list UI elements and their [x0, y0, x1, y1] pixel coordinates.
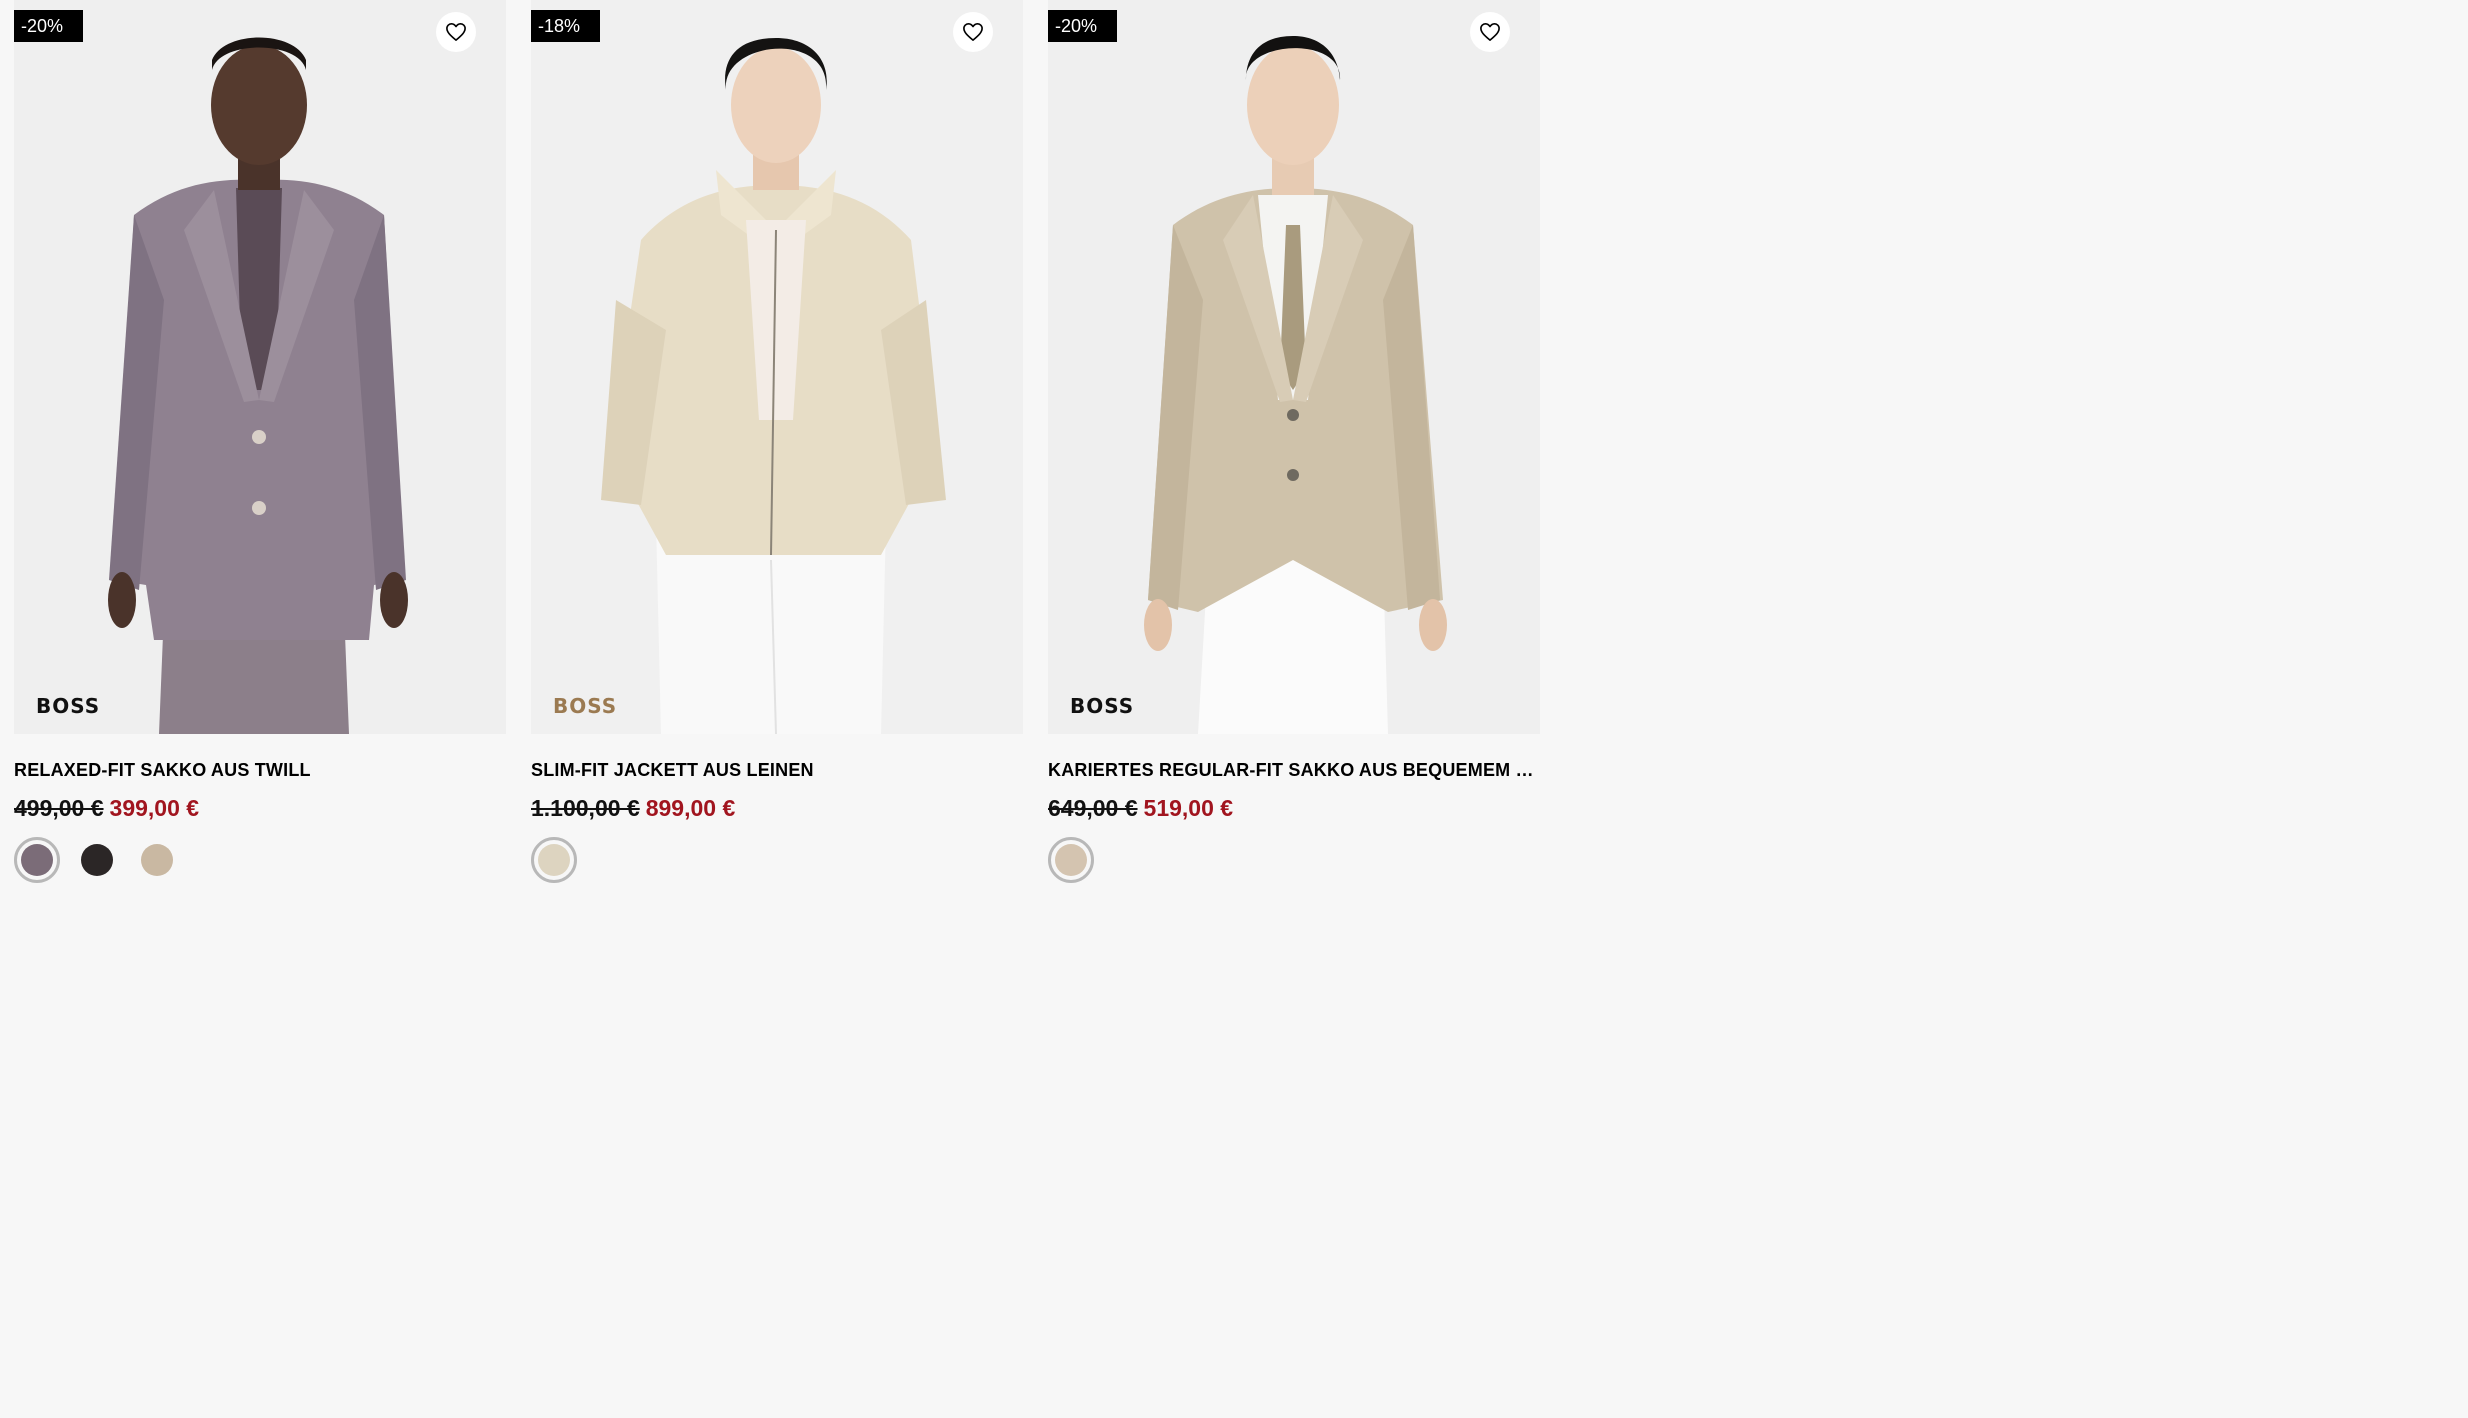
heart-outline-icon	[963, 23, 983, 41]
product-photo-illustration	[531, 0, 1023, 734]
swatch-color	[81, 844, 113, 876]
product-card[interactable]: -20% BOSS RELAXED-FIT SAKKO AUS TWILL 49…	[14, 0, 506, 901]
product-grid: -20% BOSS RELAXED-FIT SAKKO AUS TWILL 49…	[0, 0, 1568, 901]
original-price: 499,00 €	[14, 795, 104, 821]
brand-logo: BOSS	[553, 694, 618, 718]
product-photo-illustration	[14, 0, 506, 734]
discount-badge: -18%	[531, 10, 601, 42]
color-swatches	[14, 837, 180, 883]
original-price: 649,00 €	[1048, 795, 1138, 821]
wishlist-button[interactable]	[436, 12, 476, 52]
heart-outline-icon	[446, 23, 466, 41]
sale-price: 519,00 €	[1143, 795, 1234, 821]
color-swatch-selected[interactable]	[531, 837, 577, 883]
color-swatch-selected[interactable]	[14, 837, 60, 883]
product-title[interactable]: RELAXED-FIT SAKKO AUS TWILL	[14, 760, 506, 781]
brand-logo: BOSS	[36, 694, 101, 718]
swatch-color	[538, 844, 570, 876]
wishlist-button[interactable]	[953, 12, 993, 52]
product-title[interactable]: KARIERTES REGULAR-FIT SAKKO AUS BEQUEMEM…	[1048, 760, 1540, 781]
discount-badge: -20%	[14, 10, 84, 42]
price-row: 649,00 €519,00 €	[1048, 795, 1233, 822]
product-image[interactable]: -18% BOSS	[531, 0, 1023, 734]
price-row: 1.100,00 €899,00 €	[531, 795, 735, 822]
sale-price: 899,00 €	[645, 795, 736, 821]
original-price: 1.100,00 €	[531, 795, 640, 821]
brand-logo: BOSS	[1070, 694, 1135, 718]
product-photo-illustration	[1048, 0, 1540, 734]
wishlist-button[interactable]	[1470, 12, 1510, 52]
color-swatch-selected[interactable]	[1048, 837, 1094, 883]
color-swatch[interactable]	[134, 837, 180, 883]
product-card[interactable]: -18% BOSS SLIM-FIT JACKETT AUS LEINEN 1.…	[531, 0, 1023, 901]
product-image[interactable]: -20% BOSS	[14, 0, 506, 734]
swatch-color	[1055, 844, 1087, 876]
color-swatches	[531, 837, 577, 883]
product-title[interactable]: SLIM-FIT JACKETT AUS LEINEN	[531, 760, 1023, 781]
swatch-color	[21, 844, 53, 876]
heart-outline-icon	[1480, 23, 1500, 41]
sale-price: 399,00 €	[109, 795, 200, 821]
product-image[interactable]: -20% BOSS	[1048, 0, 1540, 734]
swatch-color	[141, 844, 173, 876]
color-swatches	[1048, 837, 1094, 883]
color-swatch[interactable]	[74, 837, 120, 883]
price-row: 499,00 €399,00 €	[14, 795, 199, 822]
product-card[interactable]: -20% BOSS KARIERTES REGULAR-FIT SAKKO AU…	[1048, 0, 1540, 901]
discount-badge: -20%	[1048, 10, 1118, 42]
